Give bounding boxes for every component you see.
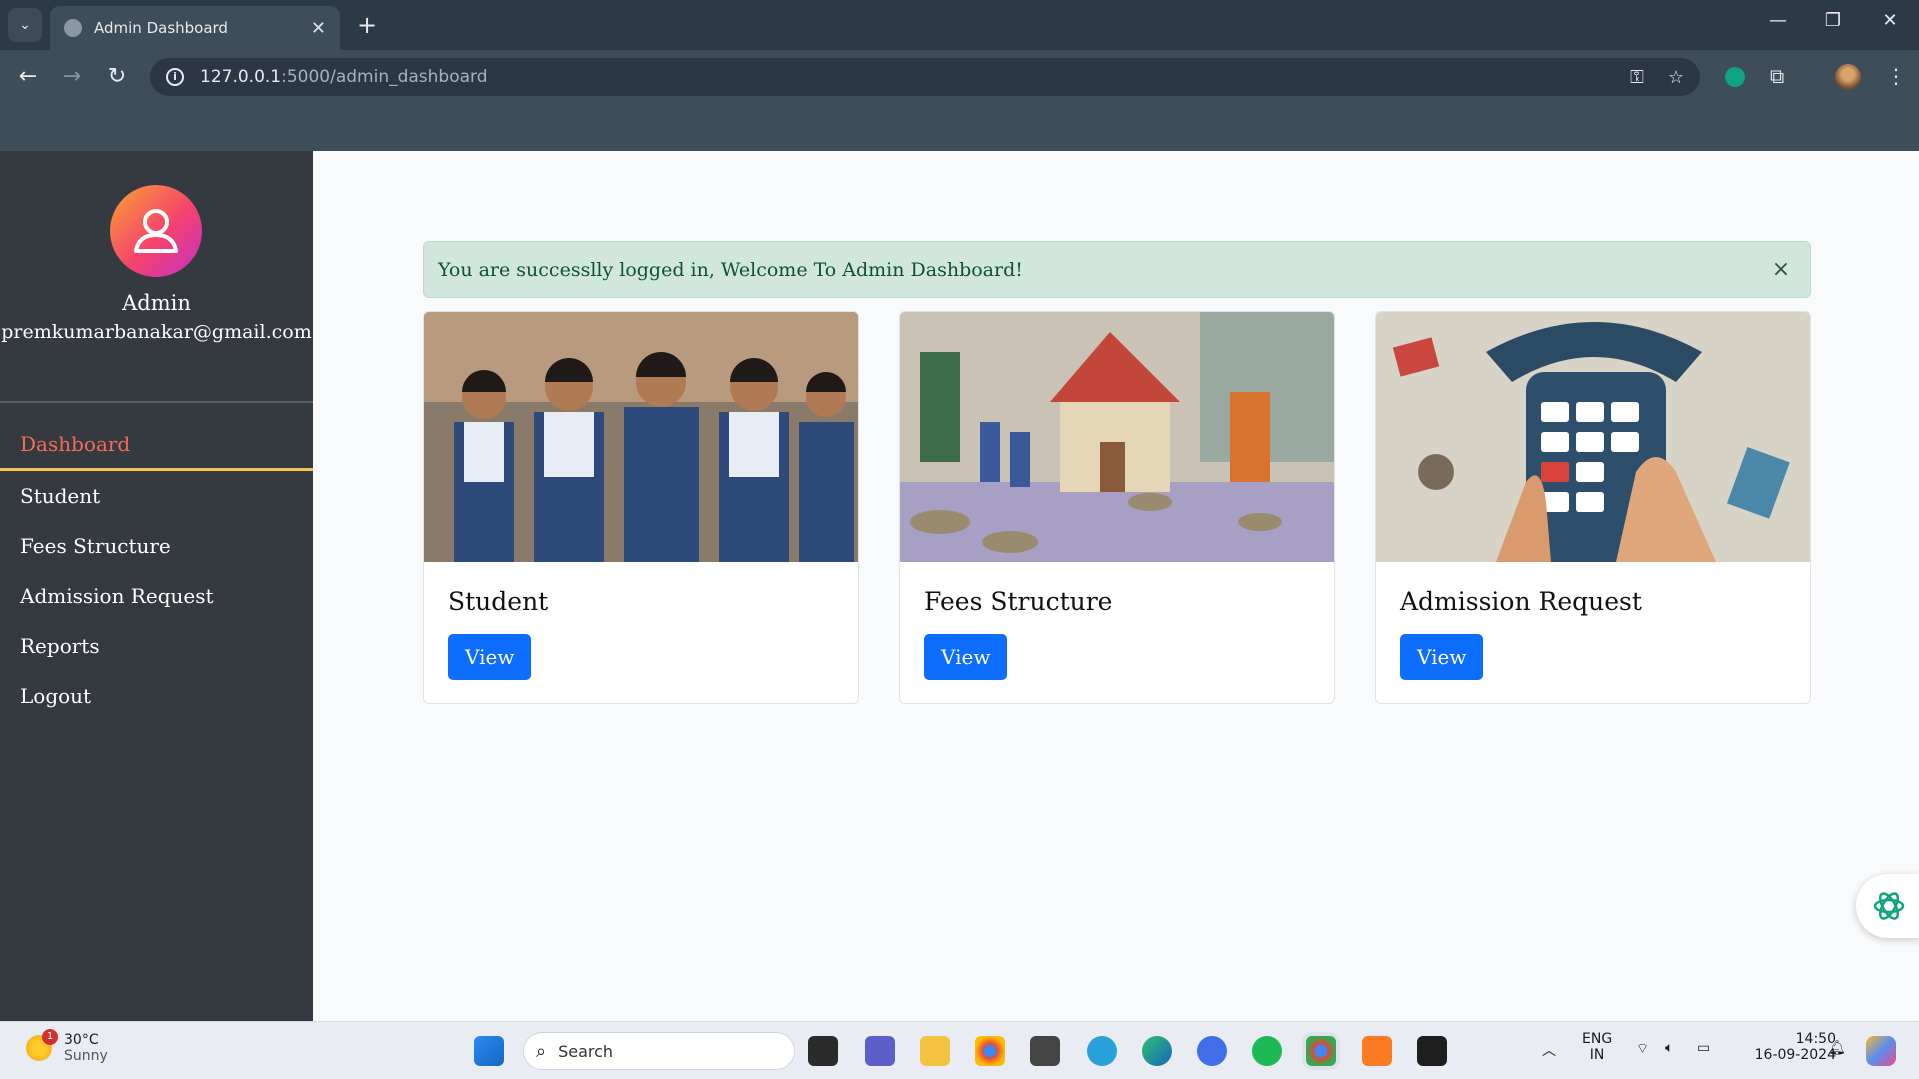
bookmark-star-icon[interactable]: ☆	[1668, 67, 1684, 88]
main-content: You are successlly logged in, Welcome To…	[313, 151, 1919, 1021]
student-card: Student View	[423, 311, 859, 704]
terminal-icon[interactable]	[1417, 1036, 1447, 1066]
windows-taskbar: 1 30°C Sunny ⌕ Search ︿ ENG IN ⌔ 🔈︎ ▭ 14…	[0, 1021, 1919, 1079]
show-hidden-icons-chevron[interactable]: ︿	[1542, 1040, 1556, 1060]
user-icon	[134, 209, 178, 253]
student-view-button[interactable]: View	[448, 634, 532, 680]
chatgpt-extension-icon[interactable]	[1725, 67, 1745, 87]
admission-request-card: Admission Request View	[1375, 311, 1811, 704]
sidebar-divider	[0, 401, 313, 403]
input-language[interactable]: ENG IN	[1582, 1031, 1612, 1063]
clock-time: 14:50	[1795, 1031, 1836, 1047]
file-explorer-icon[interactable]	[920, 1036, 950, 1066]
browser-tab-bar: ⌄ Admin Dashboard ✕ + — ❐ ✕	[0, 0, 1919, 50]
xampp-icon[interactable]	[1362, 1036, 1392, 1066]
site-favicon-icon	[64, 19, 82, 37]
app-icon[interactable]	[1030, 1036, 1060, 1066]
spotify-icon[interactable]	[1252, 1036, 1282, 1066]
admission-request-view-button[interactable]: View	[1400, 634, 1484, 680]
address-bar[interactable]: i 127.0.0.1:5000/admin_dashboard ⚿ ☆	[150, 58, 1700, 96]
url-host: 127.0.0.1	[200, 67, 282, 87]
tab-search-button[interactable]: ⌄	[8, 8, 42, 42]
weather-condition: Sunny	[64, 1048, 108, 1064]
sidebar-item-logout[interactable]: Logout	[0, 671, 313, 721]
taskbar-search-label: Search	[558, 1041, 614, 1061]
chatgpt-logo-icon	[1873, 892, 1905, 920]
language-code: ENG	[1582, 1031, 1613, 1047]
telegram-icon[interactable]	[1087, 1036, 1117, 1066]
fees-structure-card-title: Fees Structure	[924, 587, 1113, 616]
password-key-icon[interactable]: ⚿	[1630, 67, 1644, 88]
search-icon: ⌕	[536, 1040, 547, 1062]
tab-title: Admin Dashboard	[94, 19, 228, 37]
reload-button[interactable]: ↻	[102, 62, 132, 92]
admin-email: premkumarbanakar@gmail.com	[1, 321, 312, 343]
bookmarks-bar	[0, 102, 1919, 151]
browser-tab-active[interactable]: Admin Dashboard ✕	[50, 6, 340, 50]
back-button[interactable]: ←	[13, 62, 43, 92]
new-tab-button[interactable]: +	[352, 10, 382, 40]
battery-icon[interactable]: ▭	[1697, 1040, 1710, 1056]
alert-close-icon[interactable]: ×	[1766, 257, 1796, 282]
address-url[interactable]: 127.0.0.1:5000/admin_dashboard	[200, 67, 1606, 87]
chrome-active-icon[interactable]	[1306, 1036, 1336, 1066]
notification-bell-icon[interactable]: 🔔︎	[1828, 1040, 1846, 1056]
browser-menu-icon[interactable]: ⋮	[1886, 64, 1906, 88]
admin-name: Admin	[122, 291, 191, 315]
site-info-icon[interactable]: i	[166, 68, 184, 86]
clock-date: 16-09-2024	[1754, 1047, 1836, 1063]
minimize-window-button[interactable]: —	[1758, 10, 1798, 31]
browser-toolbar: ← → ↻ i 127.0.0.1:5000/admin_dashboard ⚿…	[0, 50, 1919, 102]
restore-window-button[interactable]: ❐	[1813, 10, 1853, 31]
teams-icon[interactable]	[865, 1036, 895, 1066]
taskbar-search[interactable]: ⌕ Search	[523, 1032, 795, 1070]
close-tab-icon[interactable]: ✕	[311, 18, 326, 39]
task-view-icon[interactable]	[808, 1036, 838, 1066]
chrome-icon[interactable]	[975, 1036, 1005, 1066]
copilot-icon[interactable]	[1866, 1036, 1896, 1066]
start-menu-icon[interactable]	[474, 1036, 504, 1066]
sidebar-item-fees-structure[interactable]: Fees Structure	[0, 521, 313, 571]
sidebar-nav: Dashboard Student Fees Structure Admissi…	[0, 421, 313, 721]
sidebar-item-dashboard[interactable]: Dashboard	[0, 421, 313, 471]
fees-structure-view-button[interactable]: View	[924, 634, 1008, 680]
user-avatar	[110, 185, 202, 277]
student-card-image	[424, 312, 858, 562]
forward-button[interactable]: →	[57, 62, 87, 92]
profile-avatar[interactable]	[1835, 64, 1861, 90]
fees-structure-card-image	[900, 312, 1334, 562]
weather-widget[interactable]: 1 30°C Sunny	[26, 1029, 108, 1064]
sidebar-item-student[interactable]: Student	[0, 471, 313, 521]
fees-structure-card: Fees Structure View	[899, 311, 1335, 704]
sidebar-item-reports[interactable]: Reports	[0, 621, 313, 671]
extensions-puzzle-icon[interactable]: ⧉	[1770, 64, 1784, 88]
url-path: :5000/admin_dashboard	[281, 67, 488, 87]
clock[interactable]: 14:50 16-09-2024	[1736, 1031, 1836, 1063]
sun-icon: 1	[26, 1029, 58, 1061]
edge-icon[interactable]	[1142, 1036, 1172, 1066]
wifi-icon[interactable]: ⌔	[1636, 1040, 1649, 1058]
ai-assistant-button[interactable]	[1856, 874, 1919, 938]
sidebar: Admin premkumarbanakar@gmail.com Dashboa…	[0, 151, 313, 1021]
student-card-title: Student	[448, 587, 549, 616]
close-window-button[interactable]: ✕	[1870, 10, 1910, 31]
success-alert: You are successlly logged in, Welcome To…	[423, 241, 1811, 298]
region-code: IN	[1589, 1047, 1605, 1063]
admission-request-card-title: Admission Request	[1400, 587, 1642, 616]
volume-icon[interactable]: 🔈︎	[1665, 1040, 1673, 1056]
weather-temperature: 30°C	[64, 1032, 99, 1048]
alert-message: You are successlly logged in, Welcome To…	[438, 258, 1023, 281]
weather-badge: 1	[42, 1029, 58, 1045]
admission-request-card-image	[1376, 312, 1810, 562]
sidebar-item-admission-request[interactable]: Admission Request	[0, 571, 313, 621]
sync-app-icon[interactable]	[1197, 1036, 1227, 1066]
